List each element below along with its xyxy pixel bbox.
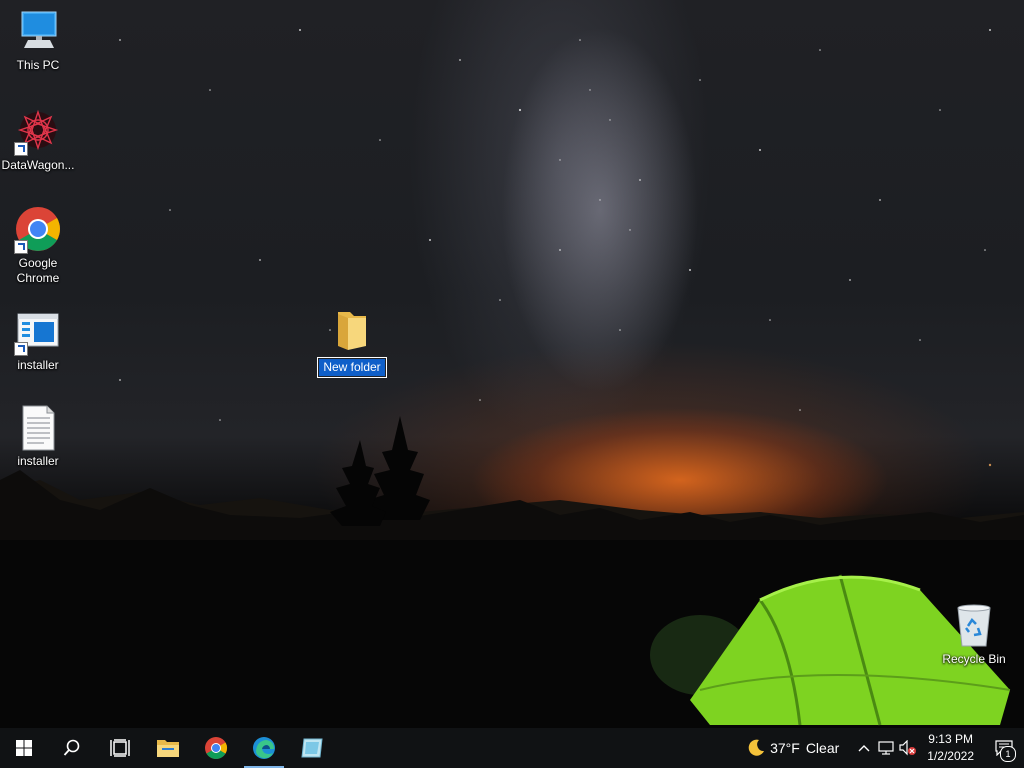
taskbar-app-window[interactable] — [288, 728, 336, 768]
edge-icon — [253, 737, 275, 759]
app-window-icon — [301, 738, 323, 758]
folder-rename-input[interactable]: New folder — [317, 357, 387, 378]
volume-muted-icon — [899, 740, 917, 756]
desktop-wallpaper — [0, 0, 1024, 728]
moon-icon — [748, 739, 765, 756]
start-button[interactable] — [0, 728, 48, 768]
text-document-icon — [14, 404, 62, 452]
desktop-icon-recycle-bin[interactable]: Recycle Bin — [936, 602, 1012, 667]
shortcut-arrow-icon — [14, 240, 28, 254]
folder-icon — [328, 306, 376, 354]
desktop-icon-new-folder[interactable]: New folder — [314, 306, 390, 378]
desktop-icon-installer-shortcut[interactable]: installer — [0, 308, 76, 373]
weather-widget[interactable] — [742, 728, 770, 768]
desktop-icon-label: Recycle Bin — [942, 652, 1006, 666]
system-tray: 37°F Clear 9:13 PM 1/2/2022 1 — [742, 728, 1024, 768]
recycle-bin-icon — [950, 602, 998, 650]
task-view-icon — [110, 739, 130, 757]
show-hidden-icons-button[interactable] — [853, 728, 875, 768]
shortcut-arrow-icon — [14, 142, 28, 156]
chrome-icon — [14, 206, 62, 254]
desktop-icon-label: installer — [17, 358, 59, 372]
network-icon — [878, 741, 894, 755]
desktop-icon-label: Google Chrome — [16, 256, 60, 285]
network-button[interactable] — [875, 728, 897, 768]
this-pc-icon — [14, 8, 62, 56]
taskbar: 37°F Clear 9:13 PM 1/2/2022 1 — [0, 728, 1024, 768]
task-view-button[interactable] — [96, 728, 144, 768]
clock-date: 1/2/2022 — [927, 749, 974, 763]
chevron-up-icon — [858, 745, 870, 752]
taskbar-edge[interactable] — [240, 728, 288, 768]
search-icon — [63, 739, 80, 756]
desktop-icon-label: DataWagon... — [1, 158, 75, 172]
volume-button[interactable] — [897, 728, 919, 768]
taskbar-chrome[interactable] — [192, 728, 240, 768]
notification-count-badge: 1 — [1000, 746, 1016, 762]
weather-condition[interactable]: Clear — [806, 740, 839, 756]
start-icon — [16, 740, 32, 756]
action-center-button[interactable]: 1 — [984, 728, 1024, 768]
desktop-icon-label: installer — [17, 454, 59, 468]
clock-time: 9:13 PM — [928, 732, 973, 746]
desktop-icon-google-chrome[interactable]: Google Chrome — [0, 206, 76, 286]
desktop-icon-datawagon[interactable]: DataWagon... — [0, 108, 76, 173]
datawagon-icon — [14, 108, 62, 156]
weather-temperature[interactable]: 37°F — [770, 740, 800, 756]
shortcut-arrow-icon — [14, 342, 28, 356]
file-explorer-icon — [157, 740, 179, 757]
taskbar-clock[interactable]: 9:13 PM 1/2/2022 — [927, 731, 974, 765]
mountain-landscape — [0, 416, 1024, 728]
desktop-icon-this-pc[interactable]: This PC — [0, 8, 76, 73]
desktop-icon-installer-text[interactable]: installer — [0, 404, 76, 469]
taskbar-file-explorer[interactable] — [144, 728, 192, 768]
installer-shortcut-icon — [14, 308, 62, 356]
desktop-icon-label: This PC — [16, 58, 60, 72]
search-button[interactable] — [48, 728, 96, 768]
chrome-icon — [205, 737, 227, 759]
